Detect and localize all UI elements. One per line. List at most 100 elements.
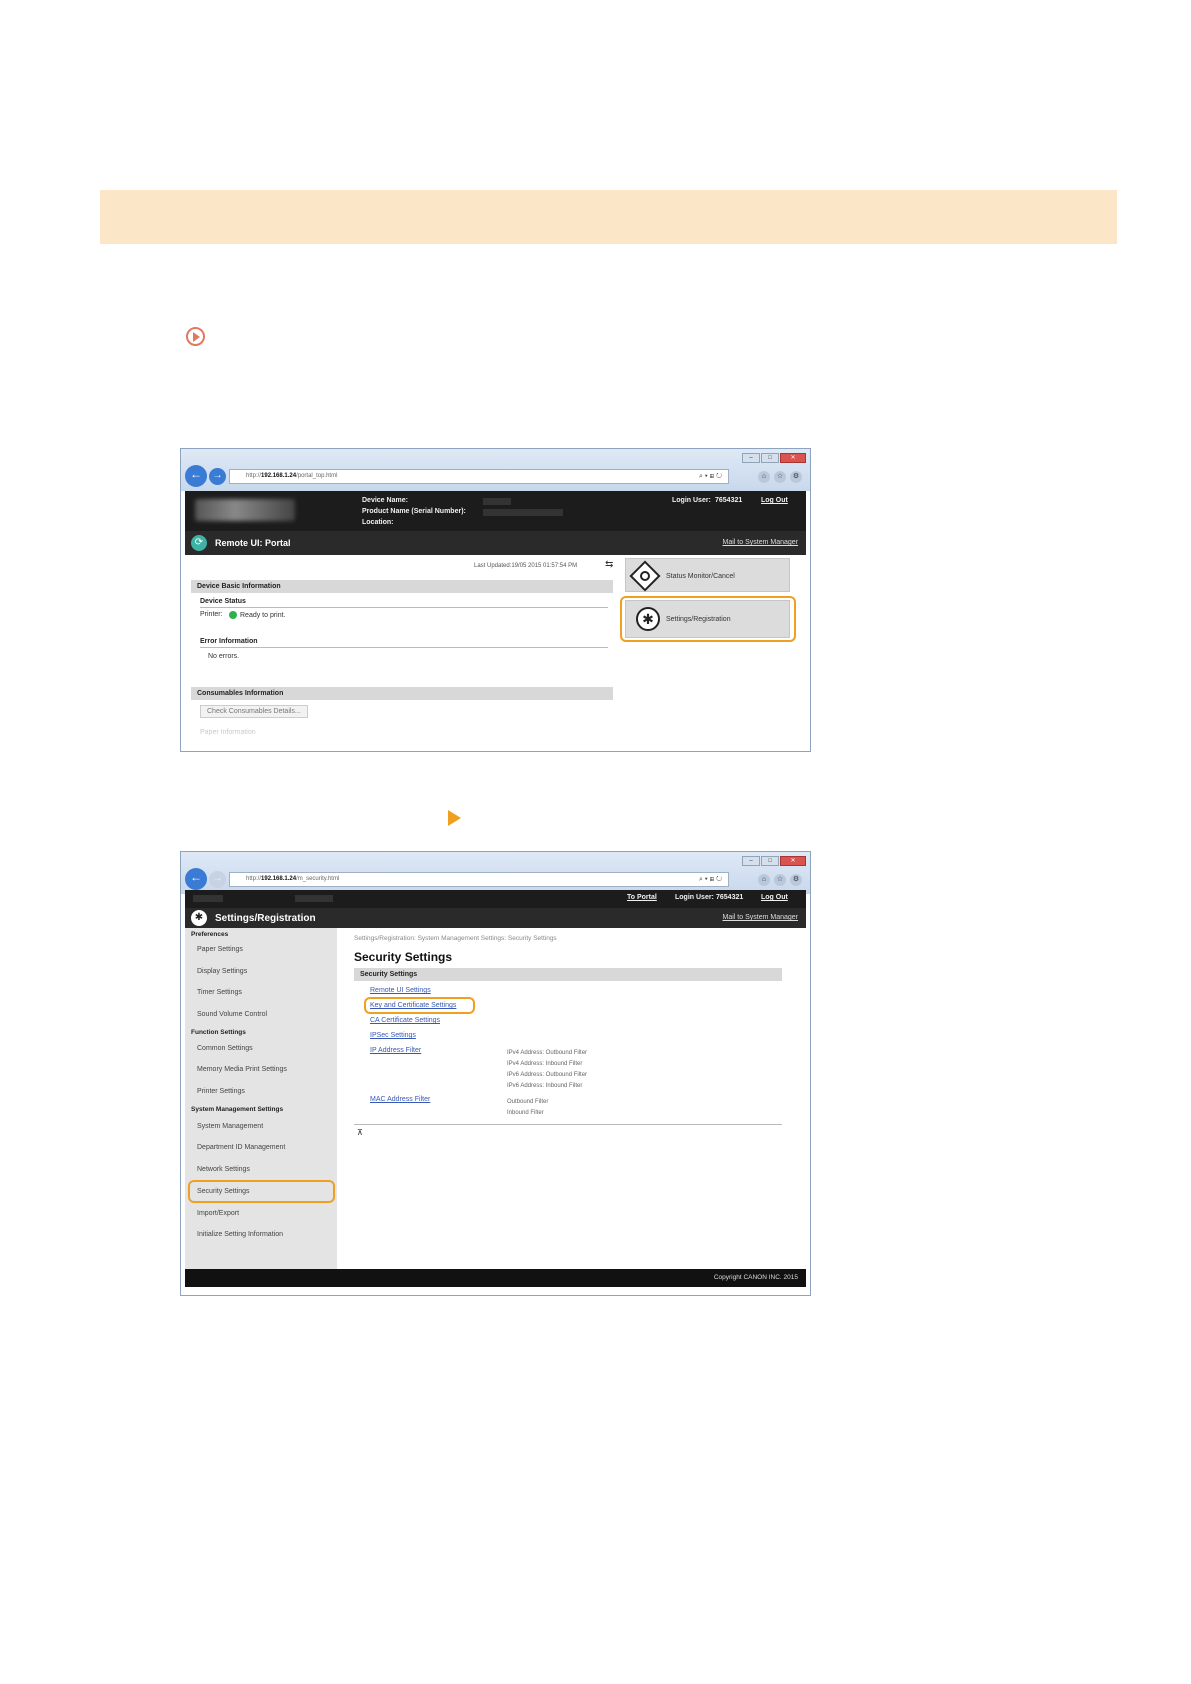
eye-icon bbox=[629, 560, 661, 592]
login-user-label: Login User: bbox=[672, 497, 711, 504]
sidebar-item-common-settings[interactable]: Common Settings bbox=[197, 1045, 253, 1052]
back-to-top-icon[interactable]: ⊼ bbox=[357, 1128, 363, 1137]
settings-title: Settings/Registration bbox=[215, 913, 316, 924]
browser-chrome: – □ ✕ ← → http://192.168.1.24/m_security… bbox=[181, 852, 810, 894]
security-settings-content: Settings/Registration: System Management… bbox=[339, 928, 806, 1269]
ip-filter-item: IPv4 Address: Inbound Filter bbox=[507, 1061, 583, 1067]
portal-content: Last Updated:19/05 2015 01:57:54 PM ⇆ De… bbox=[185, 555, 806, 751]
back-button[interactable]: ← bbox=[185, 465, 207, 487]
device-basic-info-header: Device Basic Information bbox=[191, 580, 613, 593]
address-bar[interactable]: http://192.168.1.24/m_security.html ⌕ ▾ … bbox=[229, 872, 729, 887]
ipsec-settings-link[interactable]: IPSec Settings bbox=[370, 1032, 416, 1039]
play-circle-icon[interactable] bbox=[186, 327, 205, 346]
device-name-value bbox=[193, 895, 223, 902]
url-prefix: http:// bbox=[246, 473, 262, 479]
no-errors-text: No errors. bbox=[208, 653, 240, 660]
browser-toolbar: ⌂ ☆ ⚙ bbox=[758, 471, 802, 483]
star-icon[interactable]: ☆ bbox=[774, 874, 786, 886]
check-consumables-button[interactable]: Check Consumables Details... bbox=[200, 705, 308, 718]
copyright: Copyright CANON INC. 2015 bbox=[713, 1274, 798, 1281]
remote-ui-logo-icon: ⟳ bbox=[191, 535, 207, 551]
mac-address-filter-link[interactable]: MAC Address Filter bbox=[370, 1096, 430, 1103]
star-icon[interactable]: ☆ bbox=[774, 471, 786, 483]
divider bbox=[200, 647, 608, 648]
address-bar[interactable]: http://192.168.1.24/portal_top.html ⌕ ▾ … bbox=[229, 469, 729, 484]
remote-ui-settings-link[interactable]: Remote UI Settings bbox=[370, 987, 431, 994]
highlight-security-settings bbox=[188, 1180, 335, 1203]
error-info-label: Error Information bbox=[200, 638, 258, 645]
window-controls: – □ ✕ bbox=[742, 453, 806, 463]
address-tools[interactable]: ⌕ ▾ ⊞ ↻ bbox=[699, 873, 722, 886]
url-host: 192.168.1.24 bbox=[261, 876, 297, 882]
printer-status: Ready to print. bbox=[225, 611, 286, 619]
minimize-button[interactable]: – bbox=[742, 856, 760, 866]
sidebar-item-printer-settings[interactable]: Printer Settings bbox=[197, 1088, 245, 1095]
settings-gear-icon: ✱ bbox=[191, 910, 207, 926]
url-host: 192.168.1.24 bbox=[261, 473, 297, 479]
sidebar-group-preferences: Preferences bbox=[191, 931, 229, 938]
printer-status-text: Ready to print. bbox=[240, 611, 286, 619]
to-portal-link[interactable]: To Portal bbox=[627, 894, 657, 901]
product-name-value bbox=[295, 895, 333, 902]
minimize-button[interactable]: – bbox=[742, 453, 760, 463]
login-user-value: 7654321 bbox=[716, 894, 744, 901]
sidebar-item-import-export[interactable]: Import/Export bbox=[197, 1210, 239, 1217]
back-button[interactable]: ← bbox=[185, 868, 207, 890]
maximize-button[interactable]: □ bbox=[761, 453, 779, 463]
url-prefix: http:// bbox=[246, 876, 262, 882]
close-window-button[interactable]: ✕ bbox=[780, 453, 806, 463]
login-user-value: 7654321 bbox=[715, 497, 743, 504]
url-path: /portal_top.html bbox=[296, 473, 338, 479]
next-step-arrow-icon bbox=[448, 810, 461, 826]
divider bbox=[200, 607, 608, 608]
browser-toolbar: ⌂ ☆ ⚙ bbox=[758, 874, 802, 886]
sidebar-item-initialize[interactable]: Initialize Setting Information bbox=[197, 1231, 283, 1238]
window-controls: – □ ✕ bbox=[742, 856, 806, 866]
sidebar-item-timer-settings[interactable]: Timer Settings bbox=[197, 989, 242, 996]
browser-window-settings: – □ ✕ ← → http://192.168.1.24/m_security… bbox=[180, 851, 811, 1296]
logout-link[interactable]: Log Out bbox=[761, 894, 788, 901]
ip-filter-item: IPv6 Address: Outbound Filter bbox=[507, 1072, 588, 1078]
divider bbox=[354, 1124, 782, 1125]
device-logo bbox=[195, 499, 295, 521]
paper-info-label: Paper Information bbox=[200, 729, 256, 736]
consumables-info-header: Consumables Information bbox=[191, 687, 613, 700]
refresh-icon[interactable]: ⇆ bbox=[605, 559, 613, 570]
sidebar-item-paper-settings[interactable]: Paper Settings bbox=[197, 946, 243, 953]
gear-icon[interactable]: ⚙ bbox=[790, 471, 802, 483]
location-label: Location: bbox=[362, 519, 394, 526]
close-window-button[interactable]: ✕ bbox=[780, 856, 806, 866]
mac-filter-item: Inbound Filter bbox=[507, 1110, 544, 1116]
logout-link[interactable]: Log Out bbox=[761, 497, 788, 504]
mail-to-manager-link[interactable]: Mail to System Manager bbox=[723, 539, 798, 546]
address-tools[interactable]: ⌕ ▾ ⊞ ↻ bbox=[699, 470, 722, 483]
section-banner bbox=[100, 190, 1117, 244]
sidebar-item-department-id[interactable]: Department ID Management bbox=[197, 1144, 285, 1151]
status-ok-icon bbox=[229, 611, 237, 619]
sidebar-item-system-management[interactable]: System Management bbox=[197, 1123, 263, 1130]
status-monitor-card[interactable]: Status Monitor/Cancel bbox=[625, 558, 790, 592]
sidebar-item-memory-media[interactable]: Memory Media Print Settings bbox=[197, 1066, 287, 1073]
forward-button[interactable]: → bbox=[209, 871, 226, 888]
ip-address-filter-link[interactable]: IP Address Filter bbox=[370, 1047, 421, 1054]
sidebar-item-display-settings[interactable]: Display Settings bbox=[197, 968, 247, 975]
ip-filter-item: IPv4 Address: Outbound Filter bbox=[507, 1050, 588, 1056]
home-icon[interactable]: ⌂ bbox=[758, 874, 770, 886]
ip-filter-item: IPv6 Address: Inbound Filter bbox=[507, 1083, 583, 1089]
gear-icon[interactable]: ⚙ bbox=[790, 874, 802, 886]
product-name-value bbox=[483, 509, 563, 516]
mail-to-manager-link[interactable]: Mail to System Manager bbox=[723, 914, 798, 921]
portal-title-bar: ⟳ Remote UI: Portal Mail to System Manag… bbox=[185, 531, 806, 555]
forward-button[interactable]: → bbox=[209, 468, 226, 485]
browser-chrome: – □ ✕ ← → http://192.168.1.24/portal_top… bbox=[181, 449, 810, 491]
security-settings-section-header: Security Settings bbox=[354, 968, 782, 981]
device-header: To Portal Login User: 7654321 Log Out bbox=[185, 890, 806, 908]
home-icon[interactable]: ⌂ bbox=[758, 471, 770, 483]
status-monitor-label: Status Monitor/Cancel bbox=[666, 573, 735, 580]
device-header: Device Name: Product Name (Serial Number… bbox=[185, 491, 806, 531]
maximize-button[interactable]: □ bbox=[761, 856, 779, 866]
sidebar-item-sound-volume[interactable]: Sound Volume Control bbox=[197, 1011, 267, 1018]
portal-title: Remote UI: Portal bbox=[215, 538, 291, 548]
sidebar-item-network-settings[interactable]: Network Settings bbox=[197, 1166, 250, 1173]
ca-certificate-settings-link[interactable]: CA Certificate Settings bbox=[370, 1017, 440, 1024]
